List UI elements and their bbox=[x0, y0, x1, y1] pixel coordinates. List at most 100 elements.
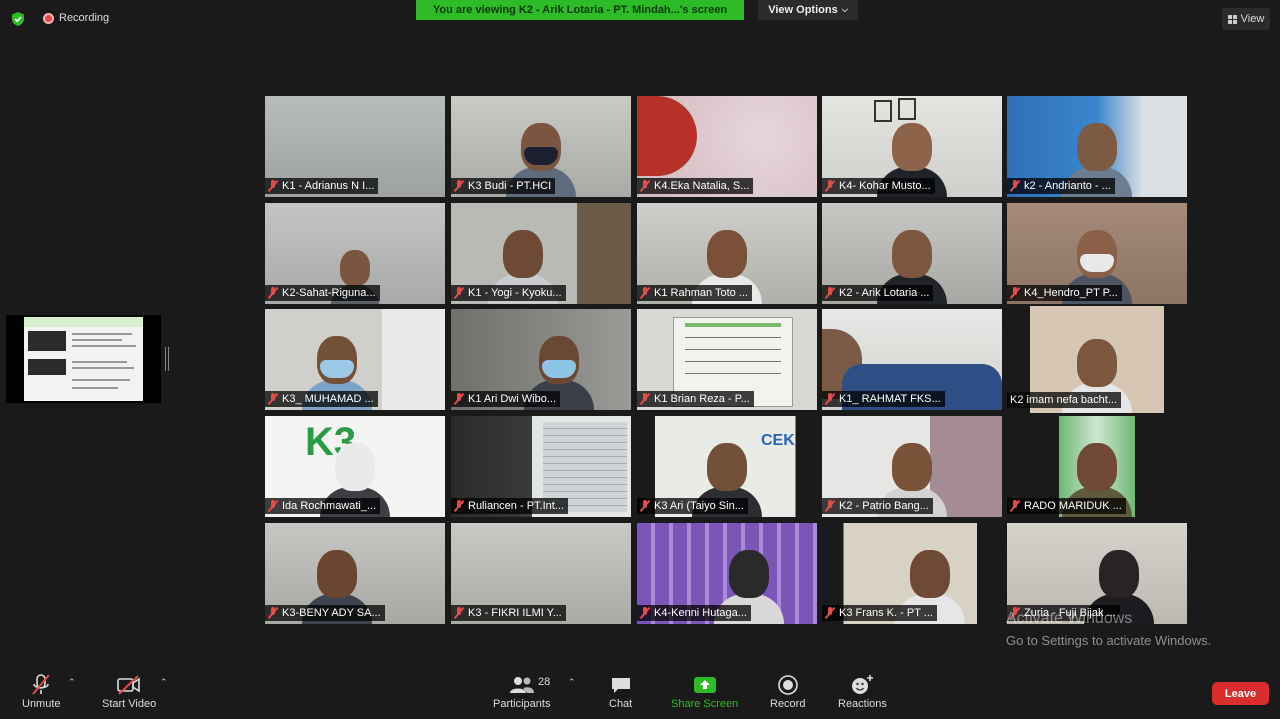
mic-muted-icon bbox=[640, 607, 650, 619]
video-tile[interactable]: K3 Frans K. - PT ... bbox=[822, 523, 1002, 624]
video-tile[interactable]: K1 Rahman Toto ... bbox=[637, 203, 817, 304]
video-tile[interactable]: K1 Ari Dwi Wibo... bbox=[451, 309, 631, 410]
viewing-screen-banner: You are viewing K2 - Arik Lotaria - PT. … bbox=[416, 0, 744, 20]
reactions-label: Reactions bbox=[838, 698, 887, 710]
zoom-meeting-window: Recording You are viewing K2 - Arik Lota… bbox=[0, 0, 1280, 719]
start-video-label: Start Video bbox=[102, 698, 157, 710]
participant-name-tag: K1 - Yogi - Kyoku... bbox=[451, 285, 566, 301]
unmute-button[interactable]: Unmute bbox=[22, 672, 61, 710]
shared-screen-thumbnail[interactable] bbox=[6, 315, 161, 403]
mic-muted-icon bbox=[640, 180, 650, 192]
participant-name-tag: k2 - Andrianto - ... bbox=[1007, 178, 1115, 194]
mic-muted-icon bbox=[825, 607, 835, 619]
participant-name-tag: Ida Rochmawati_... bbox=[265, 498, 381, 514]
video-tile[interactable]: K3_ MUHAMAD ... bbox=[265, 309, 445, 410]
sign-text: CEK bbox=[761, 432, 795, 449]
mic-muted-icon bbox=[640, 393, 650, 405]
mic-muted-icon bbox=[825, 500, 835, 512]
chat-button[interactable]: Chat bbox=[609, 672, 632, 710]
participant-name-tag: K2 - Arik Lotaria ... bbox=[822, 285, 934, 301]
view-button[interactable]: View bbox=[1222, 8, 1270, 30]
mic-muted-icon bbox=[1010, 180, 1020, 192]
audio-options-caret-icon[interactable]: ⌃ bbox=[68, 677, 76, 688]
mic-muted-icon bbox=[1010, 500, 1020, 512]
participant-name-tag: K1 Rahman Toto ... bbox=[637, 285, 752, 301]
mic-muted-icon bbox=[454, 393, 464, 405]
participants-icon bbox=[509, 677, 534, 693]
mic-muted-icon bbox=[640, 500, 650, 512]
video-tile[interactable]: K4.Eka Natalia, S... bbox=[637, 96, 817, 197]
smiley-plus-icon bbox=[852, 675, 874, 694]
video-tile[interactable]: CEK K3 Ari (Taiyo Sin... bbox=[637, 416, 817, 517]
record-icon bbox=[777, 675, 798, 695]
share-screen-button[interactable]: Share Screen bbox=[671, 672, 738, 710]
video-options-caret-icon[interactable]: ⌃ bbox=[160, 677, 168, 688]
participant-name-tag: K4.Eka Natalia, S... bbox=[637, 178, 754, 194]
mic-muted-icon bbox=[268, 180, 278, 192]
view-options-button[interactable]: View Options ⌵ bbox=[758, 0, 858, 20]
microphone-muted-icon bbox=[32, 674, 51, 695]
video-tile[interactable]: K1 - Adrianus N I... bbox=[265, 96, 445, 197]
share-screen-arrow-icon bbox=[693, 677, 716, 693]
mic-muted-icon bbox=[454, 607, 464, 619]
meeting-toolbar: Unmute ⌃ Start Video ⌃ Participants 28 ⌃… bbox=[0, 668, 1280, 719]
start-video-button[interactable]: Start Video bbox=[102, 672, 156, 710]
video-tile[interactable]: K1 Brian Reza - P... bbox=[637, 309, 817, 410]
record-button[interactable]: Record bbox=[770, 672, 805, 710]
video-tile[interactable]: K2 - Patrio Bang... bbox=[822, 416, 1002, 517]
mic-muted-icon bbox=[268, 287, 278, 299]
chevron-down-icon: ⌵ bbox=[841, 5, 848, 14]
reactions-button[interactable]: Reactions bbox=[838, 672, 887, 710]
video-tile[interactable]: K2-Sahat-Riguna... bbox=[265, 203, 445, 304]
video-tile[interactable]: K3 Budi - PT.HCI bbox=[451, 96, 631, 197]
participant-name-tag: K3 - FIKRI ILMI Y... bbox=[451, 605, 566, 621]
video-tile[interactable]: K1 - Yogi - Kyoku... bbox=[451, 203, 631, 304]
participant-name-tag: K2 imam nefa bacht... bbox=[1007, 392, 1121, 408]
video-tile[interactable]: k2 - Andrianto - ... bbox=[1007, 96, 1187, 197]
participant-name-tag: K4_Hendro_PT P... bbox=[1007, 285, 1122, 301]
video-off-icon bbox=[117, 675, 140, 695]
participant-name-tag: K1 - Adrianus N I... bbox=[265, 178, 379, 194]
participant-name-tag: K1_ RAHMAT FKS... bbox=[822, 391, 945, 407]
participants-options-caret-icon[interactable]: ⌃ bbox=[568, 677, 576, 688]
unmute-label: Unmute bbox=[22, 698, 61, 710]
video-tile[interactable]: K2 - Arik Lotaria ... bbox=[822, 203, 1002, 304]
mic-muted-icon bbox=[1010, 287, 1020, 299]
leave-button[interactable]: Leave bbox=[1212, 682, 1269, 705]
mic-muted-icon bbox=[825, 180, 835, 192]
video-tile[interactable]: RADO MARIDUK ... bbox=[1007, 416, 1187, 517]
participant-name-tag: K3 Frans K. - PT ... bbox=[822, 605, 937, 621]
shared-screen-content bbox=[24, 317, 143, 401]
participant-name-tag: K3 Ari (Taiyo Sin... bbox=[637, 498, 748, 514]
record-label: Record bbox=[770, 698, 806, 710]
mic-muted-icon bbox=[454, 180, 464, 192]
mic-muted-icon bbox=[454, 287, 464, 299]
mic-muted-icon bbox=[268, 393, 278, 405]
participant-name-tag: K3 Budi - PT.HCI bbox=[451, 178, 556, 194]
video-tile[interactable]: K3-BENY ADY SA... bbox=[265, 523, 445, 624]
video-tile[interactable]: K4-Kenni Hutaga... bbox=[637, 523, 817, 624]
video-tile[interactable]: K1_ RAHMAT FKS... bbox=[822, 309, 1002, 410]
chat-bubble-icon bbox=[611, 678, 630, 693]
mic-muted-icon bbox=[268, 607, 278, 619]
video-tile[interactable]: Ruliancen - PT.Int... bbox=[451, 416, 631, 517]
video-tile[interactable]: K4_Hendro_PT P... bbox=[1007, 203, 1187, 304]
video-tile[interactable]: K4- Kohar Musto... bbox=[822, 96, 1002, 197]
grid-view-icon bbox=[1227, 14, 1237, 24]
participants-label: Participants bbox=[493, 698, 551, 710]
mic-muted-icon bbox=[640, 287, 650, 299]
splitter-handle[interactable] bbox=[165, 347, 169, 371]
view-options-label: View Options bbox=[768, 4, 838, 16]
chat-label: Chat bbox=[609, 698, 633, 710]
video-tile[interactable]: Zuria - Fuji Bijak ... bbox=[1007, 523, 1187, 624]
video-tile[interactable]: K3 - FIKRI ILMI Y... bbox=[451, 523, 631, 624]
participant-name-tag: K1 Brian Reza - P... bbox=[637, 391, 754, 407]
mic-muted-icon bbox=[825, 287, 835, 299]
security-shield-icon[interactable] bbox=[10, 11, 26, 27]
video-tile-active-speaker[interactable]: K2 imam nefa bacht... bbox=[1004, 306, 1190, 413]
video-tile[interactable]: K3 Ida Rochmawati_... bbox=[265, 416, 445, 517]
view-label: View bbox=[1240, 13, 1265, 25]
participants-count: 28 bbox=[538, 676, 551, 688]
recording-indicator[interactable]: Recording bbox=[43, 12, 109, 24]
participant-name-tag: K1 Ari Dwi Wibo... bbox=[451, 391, 561, 407]
